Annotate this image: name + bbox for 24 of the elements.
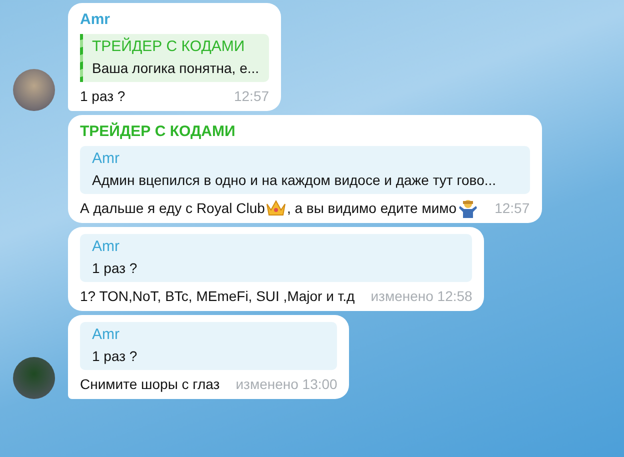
message-text: 1? TON,NoT, BTc, MEmeFi, SUI ,Major и т.д — [80, 287, 355, 306]
message-time: изменено 13:00 — [236, 375, 338, 394]
reply-quote[interactable]: Amr Админ вцепился в одно и на каждом видосе и даже тут гово... — [80, 146, 530, 194]
message-time: 12:57 — [234, 87, 270, 106]
reply-author: Amr — [92, 149, 120, 168]
reply-text: 1 раз ? — [92, 259, 138, 278]
reply-quote[interactable]: Amr 1 раз ? — [80, 234, 472, 282]
message-text: 1 раз ? — [80, 87, 126, 106]
message-time: изменено 12:58 — [370, 287, 472, 306]
reply-text: Админ вцепился в одно и на каждом видосе и даже тут гово... — [92, 171, 498, 190]
reply-quote[interactable]: ТРЕЙДЕР С КОДАМИ Ваша логика понятна, е... — [80, 34, 270, 82]
reply-author: Amr — [92, 325, 120, 344]
shrugging-person-icon — [456, 198, 479, 218]
reply-quote[interactable]: Amr 1 раз ? — [80, 322, 338, 370]
message-time: 12:57 — [494, 199, 530, 218]
message-text: А дальше я еду с Royal Club , а вы видимо едите мимо — [80, 198, 479, 218]
reply-text: Ваша логика понятна, е... — [92, 59, 260, 78]
reply-author: Amr — [92, 237, 120, 256]
reply-author: ТРЕЙДЕР С КОДАМИ — [92, 37, 246, 56]
avatar-photo[interactable] — [13, 357, 55, 399]
avatar-photo[interactable] — [13, 69, 55, 111]
crown-icon — [264, 199, 287, 217]
reply-text: 1 раз ? — [92, 347, 138, 366]
message-text: Снимите шоры с глаз — [80, 375, 220, 394]
